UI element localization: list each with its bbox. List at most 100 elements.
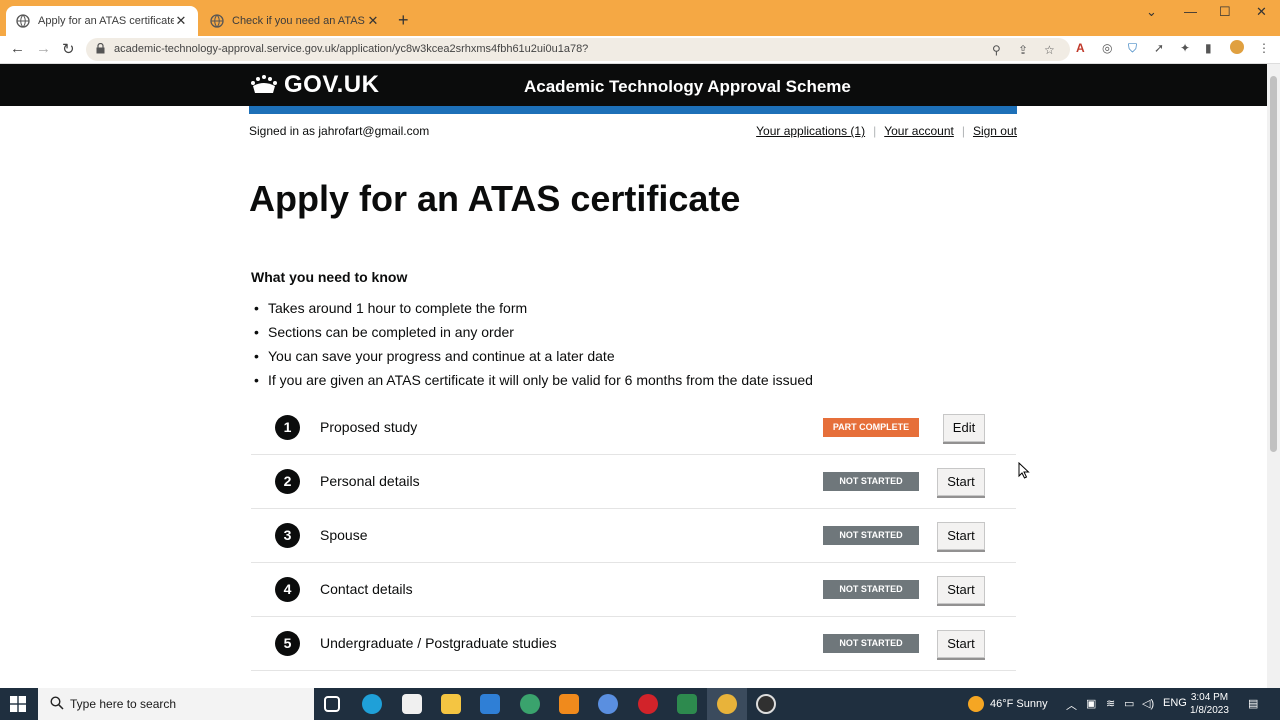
weather-text: 46°F Sunny (990, 698, 1048, 710)
task-row: 5 Undergraduate / Postgraduate studies N… (251, 617, 1016, 671)
clock-time: 3:04 PM (1190, 692, 1229, 703)
taskbar-search-box[interactable]: Type here to search (38, 688, 314, 720)
minimize-icon[interactable]: — (1184, 4, 1197, 19)
photos-app-icon[interactable] (677, 694, 697, 714)
vlc-icon[interactable] (559, 694, 579, 714)
file-explorer-icon[interactable] (441, 694, 461, 714)
search-icon (50, 696, 64, 710)
address-bar[interactable]: academic-technology-approval.service.gov… (86, 38, 1070, 61)
tab-title: Apply for an ATAS certificate (38, 15, 174, 27)
your-applications-link[interactable]: Your applications (1) (756, 124, 865, 138)
tab-search-icon[interactable]: ⌄ (1146, 4, 1157, 20)
extension-globe-icon[interactable]: ◎ (1102, 41, 1112, 55)
lock-icon (96, 43, 105, 54)
know-heading: What you need to know (251, 269, 408, 285)
notifications-icon[interactable]: ▤ (1248, 697, 1258, 710)
start-button[interactable]: Start (937, 468, 985, 496)
url-text: academic-technology-approval.service.gov… (114, 43, 589, 55)
account-links: Your applications (1) | Your account | S… (756, 124, 1017, 138)
task-name: Undergraduate / Postgraduate studies (320, 635, 557, 651)
zoom-icon[interactable]: ⚲ (992, 43, 1001, 57)
volume-icon[interactable]: ◁) (1142, 697, 1154, 710)
extension-arrow-icon[interactable]: ➚ (1154, 41, 1164, 55)
microsoft-store-icon[interactable] (402, 694, 422, 714)
list-item: Takes around 1 hour to complete the form (254, 300, 813, 324)
crown-icon (251, 75, 277, 93)
logo-text: GOV.UK (284, 71, 380, 98)
side-panel-icon[interactable]: ▮ (1205, 41, 1212, 55)
start-button[interactable]: Start (937, 522, 985, 550)
browser-tab-active[interactable]: Apply for an ATAS certificate ✕ (6, 6, 198, 36)
task-row: 3 Spouse NOT STARTED Start (251, 509, 1016, 563)
language-indicator[interactable]: ENG (1163, 697, 1187, 709)
task-row: 4 Contact details NOT STARTED Start (251, 563, 1016, 617)
tray-chevron-icon[interactable]: ︿ (1066, 697, 1077, 713)
forward-arrow-icon[interactable]: → (36, 40, 51, 57)
reload-icon[interactable]: ↻ (62, 40, 75, 58)
clock-date: 1/8/2023 (1190, 705, 1229, 716)
window-close-icon[interactable]: ✕ (1256, 4, 1267, 20)
chromium-icon[interactable] (598, 694, 618, 714)
task-name: Proposed study (320, 419, 418, 435)
search-placeholder: Type here to search (70, 697, 177, 711)
profile-avatar-icon[interactable] (1230, 40, 1244, 54)
list-item: If you are given an ATAS certificate it … (254, 372, 813, 396)
task-number: 3 (275, 523, 300, 548)
edit-button[interactable]: Edit (943, 414, 985, 442)
tab-close-icon[interactable]: ✕ (174, 13, 188, 29)
weather-widget[interactable]: 46°F Sunny (968, 696, 1048, 712)
windows-taskbar: Type here to search 46°F Sunny ︿ ▣ ≋ ▭ ◁… (0, 688, 1280, 720)
wifi-icon[interactable]: ≋ (1106, 697, 1115, 710)
divider: | (961, 124, 965, 138)
meet-now-icon[interactable]: ▣ (1086, 697, 1096, 710)
windows-start-icon[interactable] (10, 696, 26, 712)
battery-icon[interactable]: ▭ (1124, 697, 1134, 710)
task-name: Personal details (320, 473, 420, 489)
recorder-icon[interactable] (756, 694, 776, 714)
new-tab-icon[interactable]: + (398, 10, 409, 31)
sun-icon (968, 696, 984, 712)
gov-header: GOV.UK Academic Technology Approval Sche… (0, 64, 1267, 106)
task-number: 1 (275, 415, 300, 440)
extensions-puzzle-icon[interactable]: ✦ (1180, 41, 1190, 55)
opera-icon[interactable] (638, 694, 658, 714)
edge-browser-icon[interactable] (362, 694, 382, 714)
globe-icon (16, 14, 30, 28)
status-badge: NOT STARTED (823, 634, 919, 653)
sign-out-link[interactable]: Sign out (973, 124, 1017, 138)
start-button[interactable]: Start (937, 576, 985, 604)
extension-shield-icon[interactable]: ⛉ (1128, 41, 1137, 56)
bookmark-star-icon[interactable]: ☆ (1044, 43, 1055, 57)
share-icon[interactable]: ⇪ (1018, 43, 1028, 57)
divider: | (873, 124, 877, 138)
your-account-link[interactable]: Your account (884, 124, 954, 138)
start-button[interactable]: Start (937, 630, 985, 658)
task-name: Contact details (320, 581, 413, 597)
signed-in-text: Signed in as jahrofart@gmail.com (249, 124, 430, 138)
task-number: 5 (275, 631, 300, 656)
task-number: 4 (275, 577, 300, 602)
mail-icon[interactable] (480, 694, 500, 714)
status-badge: PART COMPLETE (823, 418, 919, 437)
chrome-icon[interactable] (717, 694, 737, 714)
browser-tab[interactable]: Check if you need an ATAS certificate ✕ (200, 6, 390, 36)
service-name[interactable]: Academic Technology Approval Scheme (524, 77, 851, 97)
maximize-icon[interactable]: ☐ (1219, 4, 1231, 20)
tab-close-icon[interactable]: ✕ (366, 13, 380, 29)
govuk-logo[interactable]: GOV.UK (250, 71, 379, 99)
scrollbar-thumb[interactable] (1270, 76, 1277, 452)
task-view-icon[interactable] (324, 696, 340, 712)
page-title: Apply for an ATAS certificate (249, 178, 741, 219)
menu-kebab-icon[interactable]: ⋮ (1258, 41, 1270, 55)
list-item: You can save your progress and continue … (254, 348, 813, 372)
taskbar-clock[interactable]: 3:04 PM 1/8/2023 (1190, 691, 1229, 717)
search-app-icon[interactable] (520, 694, 540, 714)
task-name: Spouse (320, 527, 368, 543)
globe-icon (210, 14, 224, 28)
page-scrollbar[interactable] (1267, 64, 1280, 688)
extension-adblock-icon[interactable]: A (1076, 41, 1085, 55)
status-badge: NOT STARTED (823, 580, 919, 599)
know-list: Takes around 1 hour to complete the form… (254, 300, 813, 396)
task-number: 2 (275, 469, 300, 494)
back-arrow-icon[interactable]: ← (10, 40, 25, 57)
